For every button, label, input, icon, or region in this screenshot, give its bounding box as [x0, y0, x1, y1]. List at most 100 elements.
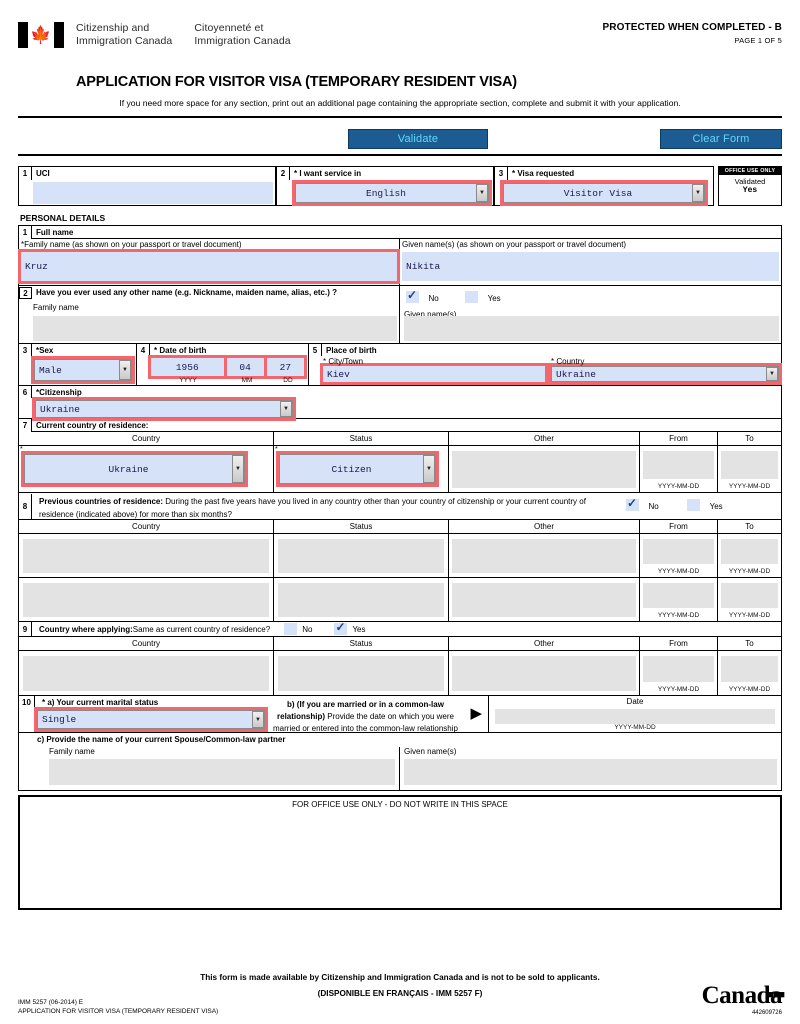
current-residence-number: 7	[19, 418, 32, 432]
uci-input[interactable]	[33, 182, 273, 204]
current-residence-to-input[interactable]	[721, 451, 778, 479]
prev-residence-from-1[interactable]	[643, 539, 714, 564]
othername-given-input[interactable]	[404, 316, 779, 341]
uci-label: UCI	[36, 169, 50, 178]
department-name-fr: Citoyenneté et Immigration Canada	[194, 22, 290, 47]
country-applying-to-input[interactable]	[721, 656, 778, 682]
spouse-family-input[interactable]	[49, 759, 395, 785]
country-applying-yes-checkbox[interactable]	[334, 620, 348, 635]
country-applying-country-input[interactable]	[23, 656, 269, 691]
dob-year-input[interactable]: 1956	[151, 358, 224, 376]
given-name-input[interactable]: Nikita	[402, 252, 779, 281]
form-page: 🍁 Citizenship and Immigration Canada Cit…	[0, 0, 800, 1024]
visa-requested-value[interactable]: Visitor Visa	[504, 184, 692, 202]
country-applying-yes-label: Yes	[352, 624, 366, 634]
top-fields-row: 1 UCI 2 * I want service in English ▼ 3	[18, 166, 782, 206]
form-id: IMM 5257 (06-2014) E	[18, 999, 84, 1006]
prev-residence-other-2[interactable]	[452, 583, 636, 617]
chevron-down-icon[interactable]: ▼	[476, 184, 488, 202]
chevron-down-icon[interactable]: ▼	[252, 711, 264, 728]
canada-flag-icon: 🍁	[18, 22, 64, 48]
country-applying-row: YYYY-MM-DD YYYY-MM-DD	[19, 651, 781, 696]
toolbar-divider	[18, 154, 782, 156]
previous-residence-no-checkbox[interactable]	[626, 496, 639, 511]
othername-question: Have you ever used any other name (e.g. …	[36, 288, 338, 297]
service-label: * I want service in	[294, 169, 362, 178]
spouse-given-input[interactable]	[404, 759, 777, 785]
country-applying-question: Same as current country of residence?	[132, 624, 271, 634]
validate-button[interactable]: Validate	[348, 129, 488, 149]
service-number: 2	[277, 167, 290, 180]
othername-yes-checkbox[interactable]	[465, 290, 479, 303]
prev-residence-to-2[interactable]	[721, 583, 778, 608]
visa-requested-group: 3 * Visa requested Visitor Visa ▼	[494, 166, 714, 206]
prev-residence-country-2[interactable]	[23, 583, 269, 617]
pob-city-input[interactable]: Kiev	[323, 366, 545, 382]
spouse-name-label: c) Provide the name of your current Spou…	[37, 735, 286, 744]
chevron-down-icon[interactable]: ▼	[119, 360, 131, 380]
marital-status-value[interactable]: Single	[38, 711, 252, 728]
canada-flag-icon-small: ■■■	[767, 989, 785, 1001]
form-toolbar: Validate Clear Form	[18, 126, 782, 160]
marital-date-input[interactable]	[495, 709, 775, 724]
clear-form-button[interactable]: Clear Form	[660, 129, 782, 149]
prev-residence-status-1[interactable]	[278, 539, 444, 573]
dob-month-input[interactable]: 04	[226, 358, 264, 376]
page-subtitle: If you need more space for any section, …	[119, 98, 681, 108]
country-applying-other-input[interactable]	[452, 656, 636, 691]
prev-residence-country-1[interactable]	[23, 539, 269, 573]
chevron-down-icon[interactable]: ▼	[766, 367, 778, 381]
family-name-label: *Family name (as shown on your passport …	[21, 240, 242, 249]
current-residence-header-row: Country Status Other From To	[19, 432, 781, 446]
sex-number: 3	[19, 344, 32, 356]
dob-day-input[interactable]: 27	[266, 358, 304, 376]
prev-residence-from-2[interactable]	[643, 583, 714, 608]
country-applying-no-checkbox[interactable]	[284, 623, 298, 635]
current-residence-country-value[interactable]: Ukraine	[25, 455, 232, 483]
form-name: APPLICATION FOR VISITOR VISA (TEMPORARY …	[18, 1008, 219, 1015]
page-header: 🍁 Citizenship and Immigration Canada Cit…	[18, 0, 782, 48]
previous-residence-yes-checkbox[interactable]	[687, 498, 701, 511]
title-block: APPLICATION FOR VISITOR VISA (TEMPORARY …	[18, 74, 782, 118]
service-language-value[interactable]: English	[296, 184, 476, 202]
header-classification: PROTECTED WHEN COMPLETED - B PAGE 1 OF 5	[603, 22, 782, 45]
office-use-validated-box: OFFICE USE ONLY Validated Yes	[718, 166, 782, 206]
citizenship-number: 6	[19, 386, 32, 398]
dept-fr-line2: Immigration Canada	[194, 34, 291, 47]
marital-date-hint: YYYY-MM-DD	[614, 724, 656, 731]
previous-residence-no-label: No	[648, 502, 659, 511]
current-residence-from-input[interactable]	[643, 451, 714, 479]
prev-residence-to-1[interactable]	[721, 539, 778, 564]
chevron-down-icon[interactable]: ▼	[692, 184, 704, 202]
current-residence-status-value[interactable]: Citizen	[280, 455, 423, 483]
chevron-down-icon[interactable]: ▼	[280, 401, 292, 417]
pob-country-label: * Country	[551, 357, 585, 366]
pob-city-label: * City/Town	[323, 357, 364, 366]
marital-status-label: * a) Your current marital status	[42, 697, 159, 707]
col-other: Other	[449, 432, 640, 445]
visa-number: 3	[495, 167, 508, 180]
col-to: To	[745, 639, 754, 648]
country-applying-no-label: No	[302, 624, 313, 634]
othername-family-input[interactable]	[33, 316, 397, 341]
othername-no-checkbox[interactable]	[406, 288, 419, 303]
citizenship-value[interactable]: Ukraine	[36, 401, 280, 417]
to-date-hint: YYYY-MM-DD	[728, 568, 771, 575]
current-residence-other-input[interactable]	[452, 451, 636, 488]
prev-residence-other-1[interactable]	[452, 539, 636, 573]
col-other: Other	[449, 637, 640, 650]
country-applying-status-input[interactable]	[278, 656, 444, 691]
sex-value[interactable]: Male	[35, 360, 119, 380]
pob-country-value[interactable]: Ukraine	[552, 367, 766, 381]
header-divider	[18, 116, 782, 118]
prev-residence-status-2[interactable]	[278, 583, 444, 617]
col-country: Country	[19, 520, 274, 533]
office-use-title: OFFICE USE ONLY	[719, 167, 781, 175]
family-name-input[interactable]: Kruz	[21, 252, 397, 281]
uci-number: 1	[19, 167, 32, 180]
country-applying-from-input[interactable]	[643, 656, 714, 682]
chevron-down-icon[interactable]: ▼	[423, 455, 435, 483]
col-to: To	[745, 434, 754, 443]
chevron-down-icon[interactable]: ▼	[232, 455, 244, 483]
dept-en-line1: Citizenship and	[76, 22, 150, 34]
